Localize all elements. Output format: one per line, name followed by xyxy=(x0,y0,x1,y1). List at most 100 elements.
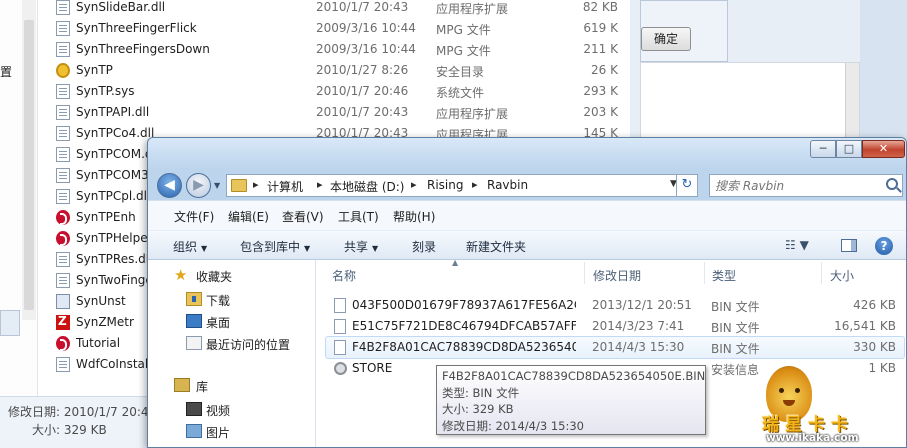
menu-tools[interactable]: 工具(T) xyxy=(338,208,379,225)
back-file-date: 2010/1/27 8:26 xyxy=(316,63,409,77)
file-icon xyxy=(56,357,70,372)
organize-button[interactable]: 组织 ▼ xyxy=(173,238,207,255)
back-file-row[interactable]: SynTPAPI.dll 2010/1/7 20:43 应用程序扩展 203 K xyxy=(40,102,620,123)
change-view-button[interactable]: ☷ ▼ xyxy=(785,238,809,252)
nav-item-vid[interactable]: 视频 xyxy=(148,398,314,420)
file-row[interactable]: F4B2F8A01CAC78839CD8DA5236540... 2014/4/3… xyxy=(325,336,905,359)
maximize-button[interactable]: □ xyxy=(836,140,862,158)
column-headers: ▲ 名称 修改日期 类型 大小 xyxy=(316,258,906,286)
chevron-down-icon: ▼ xyxy=(201,244,208,253)
file-date: 2014/4/3 15:30 xyxy=(592,340,685,354)
back-file-size: 26 K xyxy=(591,63,618,77)
sort-ascending-icon: ▲ xyxy=(452,258,459,267)
pictures-icon xyxy=(186,424,202,438)
nav-item-star[interactable]: ★ 收藏夹 xyxy=(148,264,314,286)
help-icon[interactable]: ? xyxy=(875,237,893,255)
nav-item-rec[interactable]: 最近访问的位置 xyxy=(148,332,314,354)
file-name: E51C75F721DE8C46794DFCAB57AFF5... xyxy=(352,319,576,333)
catalog-icon xyxy=(56,63,70,78)
breadcrumb-ravbin[interactable]: Ravbin xyxy=(487,178,528,192)
breadcrumb-separator[interactable]: ▸ xyxy=(411,178,417,191)
nav-item-label: 库 xyxy=(196,380,209,394)
breadcrumb-computer[interactable]: 计算机 xyxy=(267,178,303,195)
share-label: 共享 xyxy=(344,240,369,254)
breadcrumb-local-disk[interactable]: 本地磁盘 (D:) xyxy=(330,178,404,195)
nav-item-lib[interactable]: 库 xyxy=(148,374,314,396)
file-icon xyxy=(56,168,70,183)
share-button[interactable]: 共享 ▼ xyxy=(344,238,378,255)
folder-icon xyxy=(231,179,247,192)
recent-pages-dropdown[interactable]: ▼ xyxy=(214,181,220,190)
back-file-date: 2009/3/16 10:44 xyxy=(316,42,416,56)
address-bar[interactable]: ▸ 计算机 ▸ 本地磁盘 (D:) ▸ Rising ▸ Ravbin ▼ xyxy=(226,174,696,197)
search-input[interactable] xyxy=(715,177,875,194)
breadcrumb-separator[interactable]: ▸ xyxy=(317,178,323,191)
file-icon xyxy=(334,319,346,334)
chevron-down-icon: ▼ xyxy=(304,244,311,253)
minimize-button[interactable]: ─ xyxy=(810,140,836,158)
back-status-size: 大小: 329 KB xyxy=(32,423,107,437)
nav-item-label: 下载 xyxy=(206,294,231,308)
back-file-type: 应用程序扩展 xyxy=(436,2,509,16)
burn-button[interactable]: 刻录 xyxy=(412,238,436,255)
title-bar[interactable]: ─ □ ✕ xyxy=(148,138,906,170)
back-nav-scroll-thumb[interactable] xyxy=(24,20,34,310)
back-file-type: MPG 文件 xyxy=(436,44,491,58)
breadcrumb-separator[interactable]: ▸ xyxy=(253,178,259,191)
file-row[interactable]: 043F500D01679F78937A617FE56A2C... 2013/12… xyxy=(326,295,904,316)
back-file-date: 2009/3/16 10:44 xyxy=(316,21,416,35)
refresh-button[interactable]: ↻ xyxy=(676,174,698,197)
back-file-row[interactable]: SynThreeFingersDown 2009/3/16 10:44 MPG 文件… xyxy=(40,39,620,60)
organize-label: 组织 xyxy=(173,240,198,254)
command-bar: 组织 ▼ 包含到库中 ▼ 共享 ▼ 刻录 新建文件夹 ☷ ▼ ? xyxy=(148,230,906,260)
close-button[interactable]: ✕ xyxy=(862,140,905,158)
column-header-size[interactable]: 大小 xyxy=(830,267,854,284)
column-header-type[interactable]: 类型 xyxy=(712,267,736,284)
back-file-date: 2010/1/7 20:43 xyxy=(316,0,409,14)
file-icon xyxy=(56,42,70,57)
back-file-size: 211 K xyxy=(583,42,618,56)
tooltip-modified: 修改日期: 2014/4/3 15:30 xyxy=(442,418,584,433)
nav-item-pic[interactable]: 图片 xyxy=(148,420,314,442)
column-header-name[interactable]: 名称 xyxy=(332,267,356,284)
search-box[interactable] xyxy=(709,174,903,197)
breadcrumb-rising[interactable]: Rising xyxy=(427,178,463,192)
back-file-row[interactable]: SynTP 2010/1/27 8:26 安全目录 26 K xyxy=(40,60,620,81)
back-file-name: SynSlideBar.dll xyxy=(76,0,166,14)
new-folder-button[interactable]: 新建文件夹 xyxy=(466,238,526,255)
search-icon[interactable] xyxy=(886,178,898,190)
back-file-size: 82 KB xyxy=(582,0,618,14)
include-library-label: 包含到库中 xyxy=(240,240,301,254)
menu-edit[interactable]: 编辑(E) xyxy=(228,208,269,225)
file-row[interactable]: E51C75F721DE8C46794DFCAB57AFF5... 2014/3/… xyxy=(326,316,904,337)
menu-file[interactable]: 文件(F) xyxy=(174,208,214,225)
synaptics-icon xyxy=(56,231,70,246)
preview-pane-icon[interactable] xyxy=(841,239,857,252)
breadcrumb-separator[interactable]: ▸ xyxy=(472,178,478,191)
menu-view[interactable]: 查看(V) xyxy=(282,208,324,225)
back-dialog-scrollbar[interactable] xyxy=(845,63,859,141)
column-divider[interactable] xyxy=(821,262,822,284)
forward-button[interactable]: ▶ xyxy=(186,173,211,198)
nav-item-desk[interactable]: 桌面 xyxy=(148,310,314,332)
column-divider[interactable] xyxy=(584,262,585,284)
file-name: 043F500D01679F78937A617FE56A2C... xyxy=(352,298,576,312)
file-type: BIN 文件 xyxy=(711,321,760,335)
back-nav-scrollbar[interactable] xyxy=(22,0,36,320)
back-file-name: WdfCoInstal xyxy=(76,357,149,371)
back-file-row[interactable]: SynThreeFingerFlick 2009/3/16 10:44 MPG 文件… xyxy=(40,18,620,39)
column-divider[interactable] xyxy=(704,262,705,284)
back-file-row[interactable]: SynSlideBar.dll 2010/1/7 20:43 应用程序扩展 82 KB xyxy=(40,0,620,18)
menu-help[interactable]: 帮助(H) xyxy=(393,208,435,225)
nav-item-dl[interactable]: 下载 xyxy=(148,288,314,310)
back-status-modified: 修改日期: 2010/1/7 20:4 xyxy=(8,405,149,419)
desktop-icon xyxy=(186,314,202,328)
ok-button[interactable]: 确定 xyxy=(641,27,691,51)
file-type: 安装信息 xyxy=(711,363,760,377)
nav-item-label: 最近访问的位置 xyxy=(206,338,291,352)
include-in-library-button[interactable]: 包含到库中 ▼ xyxy=(240,238,310,255)
back-button[interactable]: ◀ xyxy=(157,173,182,198)
column-header-date[interactable]: 修改日期 xyxy=(593,267,641,284)
back-file-row[interactable]: SynTP.sys 2010/1/7 20:46 系统文件 293 K xyxy=(40,81,620,102)
back-dialog: 确定 xyxy=(640,0,728,62)
